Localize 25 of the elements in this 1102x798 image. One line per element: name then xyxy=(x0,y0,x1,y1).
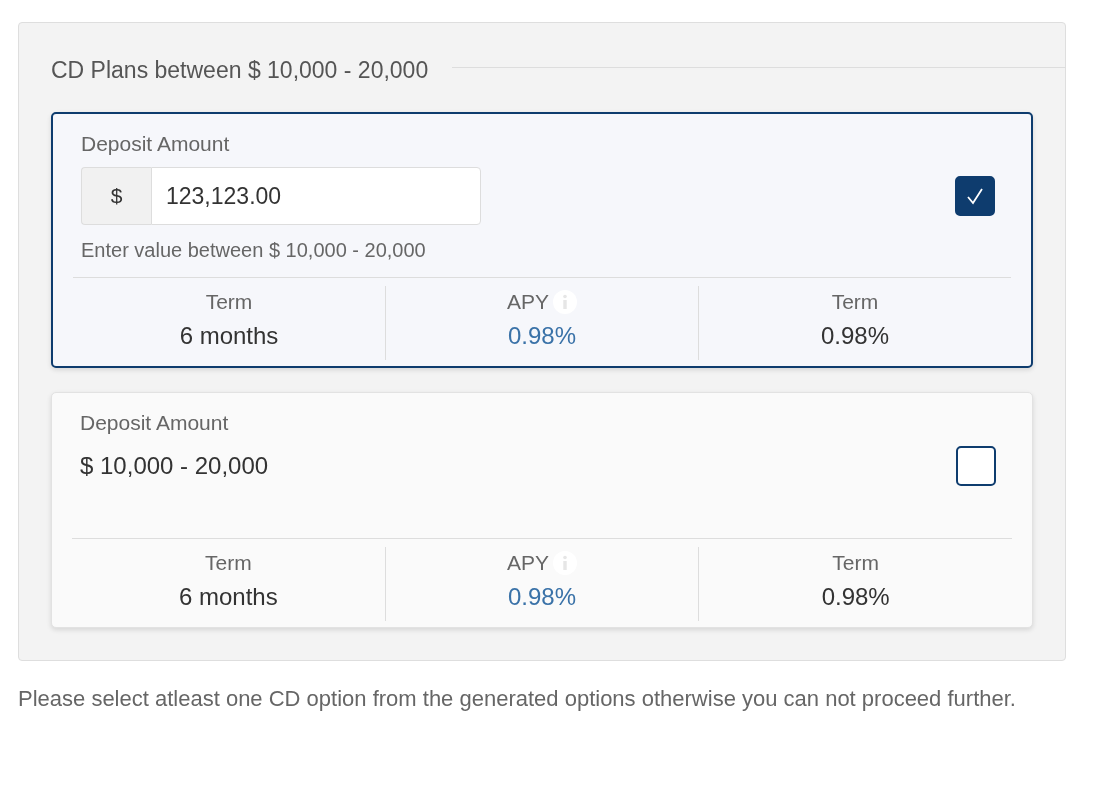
stat-label: Term xyxy=(831,289,879,315)
field-label: Deposit Amount xyxy=(80,409,230,436)
field-label: Deposit Amount xyxy=(81,130,231,157)
helper-text: Enter value between $ 10,000 - 20,000 xyxy=(81,238,427,263)
stat-label: Term xyxy=(205,289,253,315)
deposit-range: $ 10,000 - 20,000 xyxy=(80,451,269,481)
plan-card[interactable]: Deposit Amount $ 123,123.00 Enter value between $ 10,000 - 20,000 Term 6 months APY 0.98% Term 0.98% xyxy=(51,111,1033,368)
stat-value: 0.98% xyxy=(506,320,578,351)
stat-value: 0.98% xyxy=(819,320,891,351)
stat-value: 6 months xyxy=(177,581,279,612)
amount-field[interactable]: 123,123.00 xyxy=(151,167,481,225)
checkbox[interactable] xyxy=(956,446,996,487)
stat-label: Term xyxy=(832,550,879,576)
currency-addon: $ xyxy=(81,167,151,225)
plan-card[interactable]: Deposit Amount $ 10,000 - 20,000 Term 6 months APY 0.98% Term 0.98% xyxy=(51,391,1033,628)
stat-label: Term xyxy=(205,550,252,576)
section-title: CD Plans between $ 10,000 - 20,000 xyxy=(51,56,429,85)
stat-value: 6 months xyxy=(178,320,280,351)
stat-label: APY xyxy=(507,289,549,315)
checkmark-icon xyxy=(965,186,985,207)
stat-label: APY xyxy=(507,550,549,576)
stat-value: 0.98% xyxy=(506,581,578,612)
stat-value: 0.98% xyxy=(820,581,891,612)
checkbox[interactable] xyxy=(955,176,995,217)
validation-message: Please select atleast one CD option from the generated options otherwise you can not proceed further. xyxy=(18,684,1017,713)
